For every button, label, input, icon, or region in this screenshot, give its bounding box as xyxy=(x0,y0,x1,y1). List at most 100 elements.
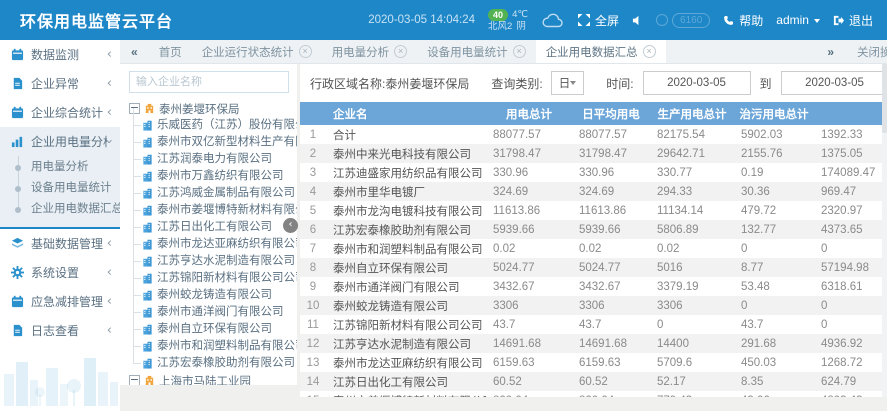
tree-item[interactable]: 泰州市姜堰博特新材料有限公司 xyxy=(129,202,297,219)
tree-item[interactable]: 江苏锦阳新材料有限公司公司 xyxy=(129,270,297,287)
date-to-input[interactable] xyxy=(781,71,887,95)
building-icon xyxy=(142,341,153,352)
table-row[interactable]: 5泰州市龙沟电镀科技有限公司11613.8611613.8611134.1447… xyxy=(300,201,887,220)
scroll-tabs-left-icon[interactable]: « xyxy=(120,40,149,63)
sidebar-item-企业综合统计[interactable]: 企业综合统计‹ xyxy=(0,98,120,127)
tab-首页[interactable]: 首页 xyxy=(149,40,192,63)
tree-item[interactable]: 泰州自立环保有限公司 xyxy=(129,321,297,338)
cell-value: 11134.14 xyxy=(650,201,734,220)
building-icon xyxy=(142,273,153,284)
table-row[interactable]: 12江苏亨达水泥制造有限公司14691.6814691.6814400291.6… xyxy=(300,334,887,353)
cell-company-name: 江苏日出化工有限公司 xyxy=(326,372,486,391)
sidebar-subitem-企业用电数据汇总[interactable]: 企业用电数据汇总 xyxy=(0,199,120,220)
tree-item[interactable]: 江苏润泰电力有限公司 xyxy=(129,151,297,168)
tab-企业用电数据汇总[interactable]: 企业用电数据汇总 xyxy=(536,40,666,63)
company-search-input[interactable] xyxy=(129,71,289,93)
tree-item[interactable]: 江苏宏泰橡胶助剂有限公司 xyxy=(129,355,297,372)
table-vertical-scrollbar[interactable] xyxy=(882,63,887,397)
table-row[interactable]: 6江苏宏泰橡胶助剂有限公司5939.665939.665806.89132.77… xyxy=(300,220,887,239)
cell-value: 5709.6 xyxy=(650,353,734,372)
tree-item[interactable]: 泰州市龙达亚麻纺织有限公司 xyxy=(129,236,297,253)
date-from-input[interactable] xyxy=(643,71,751,95)
app-root: 环保用电监管云平台 2020-03-05 14:04:24 40 4℃ 北风2 … xyxy=(0,0,887,411)
user-menu[interactable]: admin xyxy=(776,13,820,27)
close-tab-icon[interactable] xyxy=(643,45,656,58)
chevron-left-icon: ‹ xyxy=(107,48,112,61)
tree-children: 乐威医药（江苏）股份有限公司泰州市双亿新型材料生产有限公司江苏润泰电力有限公司泰… xyxy=(129,117,297,372)
cell-company-name: 泰州市里华电镀厂 xyxy=(326,182,486,201)
close-tab-icon[interactable] xyxy=(394,45,407,58)
cell-value: 31798.47 xyxy=(572,144,650,163)
wind-label: 北风2 xyxy=(488,21,512,32)
table-row[interactable]: 13泰州市龙达亚麻纺织有限公司6159.636159.635709.6450.0… xyxy=(300,353,887,372)
cell-index: 4 xyxy=(300,182,326,201)
close-tab-icon[interactable] xyxy=(513,45,526,58)
tree-collapse-icon[interactable] xyxy=(129,103,140,114)
table-row[interactable]: 7泰州市和润塑料制品有限公司0.020.020.0200 xyxy=(300,239,887,258)
alarm-count-pill[interactable]: 6160 xyxy=(656,13,710,28)
scroll-tabs-right-icon[interactable]: » xyxy=(816,45,845,59)
tree-collapse-icon[interactable] xyxy=(129,375,140,385)
table-row[interactable]: 14江苏日出化工有限公司60.5260.5252.178.35624.79 xyxy=(300,372,887,391)
scrollbar-thumb[interactable] xyxy=(882,63,887,133)
fullscreen-button[interactable]: 全屏 xyxy=(578,12,619,29)
tree-root-node[interactable]: 上海市马陆工业园 xyxy=(129,372,297,385)
tab-bar: « 首页企业运行状态统计用电量分析设备用电量统计企业用电数据汇总 » 关闭操作 xyxy=(120,40,887,64)
speaker-icon[interactable] xyxy=(632,15,643,26)
building-icon xyxy=(142,358,153,369)
tab-用电量分析[interactable]: 用电量分析 xyxy=(322,40,418,63)
sidebar-item-label: 企业综合统计 xyxy=(31,104,107,121)
sidebar-item-label: 日志查看 xyxy=(31,322,107,339)
table-row[interactable]: 9泰州市通洋阀门有限公司3432.673432.673379.1953.4863… xyxy=(300,277,887,296)
logout-button[interactable]: 退出 xyxy=(833,12,873,29)
close-tab-icon[interactable] xyxy=(299,45,312,58)
sidebar-item-日志查看[interactable]: 日志查看‹ xyxy=(0,316,120,345)
sidebar-subitem-设备用电量统计[interactable]: 设备用电量统计 xyxy=(0,178,120,199)
cell-company-name: 江苏迪盛家用纺织品有限公司 xyxy=(326,163,486,182)
tree-root-node[interactable]: 泰州姜堰环保局 xyxy=(129,100,297,117)
tree-item-label: 泰州蛟龙铸造有限公司 xyxy=(157,289,272,301)
cell-company-name: 江苏宏泰橡胶助剂有限公司 xyxy=(326,220,486,239)
sidebar-item-数据监测[interactable]: 数据监测‹ xyxy=(0,40,120,69)
tab-设备用电量统计[interactable]: 设备用电量统计 xyxy=(417,40,536,63)
building-icon xyxy=(142,171,153,182)
tree-item[interactable]: 江苏鸿威金属制品有限公司 xyxy=(129,185,297,202)
bullet-dot-icon xyxy=(15,186,21,192)
tree-item-label: 江苏润泰电力有限公司 xyxy=(157,153,272,165)
help-button[interactable]: 帮助 xyxy=(723,12,763,29)
table-row[interactable]: 1合计88077.5788077.5782175.545902.031392.3… xyxy=(300,125,887,144)
cell-value: 5024.77 xyxy=(486,258,572,277)
cell-index: 10 xyxy=(300,296,326,315)
close-operations-menu[interactable]: 关闭操作 xyxy=(857,44,887,60)
weather-widget: 40 4℃ 北风2 阴 xyxy=(488,9,528,32)
tree-item[interactable]: 江苏日出化工有限公司 xyxy=(129,219,297,236)
tree-item[interactable]: 江苏亨达水泥制造有限公司 xyxy=(129,253,297,270)
tab-企业运行状态统计[interactable]: 企业运行状态统计 xyxy=(192,40,322,63)
table-row[interactable]: 3江苏迪盛家用纺织品有限公司330.96330.96330.770.191740… xyxy=(300,163,887,182)
tree-item[interactable]: 泰州市和润塑料制品有限公司 xyxy=(129,338,297,355)
tree-item[interactable]: 泰州市万鑫纺织有限公司 xyxy=(129,168,297,185)
sidebar-item-企业异常[interactable]: 企业异常‹ xyxy=(0,69,120,98)
tree-item-label: 泰州自立环保有限公司 xyxy=(157,323,272,335)
cell-value: 29642.71 xyxy=(650,144,734,163)
table-row[interactable]: 8泰州自立环保有限公司5024.775024.7750168.7757194.9… xyxy=(300,258,887,277)
table-row[interactable]: 11江苏锦阳新材料有限公司公司43.743.7043.70 xyxy=(300,315,887,334)
table-row[interactable]: 15泰州市姜堰博特新材料有限公司820.04820.04779.4343.064… xyxy=(300,391,887,397)
collapse-tree-button[interactable]: ‹ xyxy=(283,218,298,233)
sidebar-item-应急减排管理[interactable]: 应急减排管理‹ xyxy=(0,287,120,316)
tree-item[interactable]: 泰州蛟龙铸造有限公司 xyxy=(129,287,297,304)
company-tree-panel: 泰州姜堰环保局乐威医药（江苏）股份有限公司泰州市双亿新型材料生产有限公司江苏润泰… xyxy=(120,63,297,385)
sidebar-subitem-用电量分析[interactable]: 用电量分析 xyxy=(0,157,120,178)
cell-value: 3432.67 xyxy=(486,277,572,296)
table-row[interactable]: 10泰州蛟龙铸造有限公司33063306330600 xyxy=(300,296,887,315)
table-row[interactable]: 2泰州中来光电科技有限公司31798.4731798.4729642.71215… xyxy=(300,144,887,163)
cell-value: 88077.57 xyxy=(572,125,650,144)
sidebar-item-基础数据管理[interactable]: 基础数据管理‹ xyxy=(0,229,120,258)
tree-item[interactable]: 泰州市双亿新型材料生产有限公司 xyxy=(129,134,297,151)
sidebar-item-系统设置[interactable]: 系统设置‹ xyxy=(0,258,120,287)
tree-item[interactable]: 乐威医药（江苏）股份有限公司 xyxy=(129,117,297,134)
query-type-select[interactable]: 日 xyxy=(551,71,585,95)
tree-item[interactable]: 泰州市通洋阀门有限公司 xyxy=(129,304,297,321)
sidebar-item-企业用电量分析[interactable]: 企业用电量分析‹ xyxy=(0,127,120,156)
table-row[interactable]: 4泰州市里华电镀厂324.69324.69294.3330.36969.47 xyxy=(300,182,887,201)
